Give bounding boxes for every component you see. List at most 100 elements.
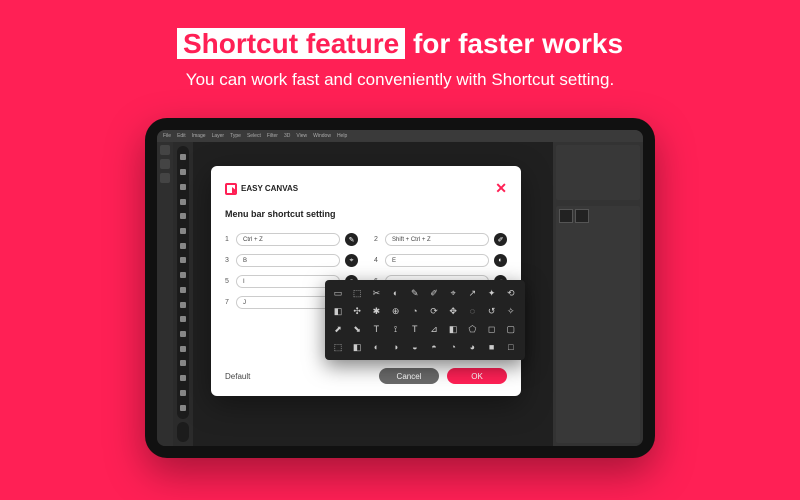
app-menubar[interactable]: File Edit Image Layer Type Select Filter 3D View… [157, 130, 643, 142]
row-number: 1 [225, 236, 231, 243]
headline-rest: for faster works [405, 28, 623, 59]
picker-tool-icon[interactable]: ✎ [408, 286, 422, 300]
tool-glyph-icon[interactable]: ✎ [345, 233, 358, 246]
shortcut-row: 1 Ctrl + Z ✎ [225, 233, 358, 246]
picker-tool-icon[interactable]: ✐ [427, 286, 441, 300]
picker-tool-icon[interactable]: ◑ [389, 340, 403, 354]
picker-tool-icon[interactable]: ▢ [504, 322, 518, 336]
picker-tool-icon[interactable]: ⬊ [350, 322, 364, 336]
cancel-button[interactable]: Cancel [379, 368, 439, 384]
picker-tool-icon[interactable]: ✥ [446, 304, 460, 318]
menu-item[interactable]: 3D [284, 133, 290, 139]
menu-item[interactable]: Select [247, 133, 261, 139]
menu-item[interactable]: Window [313, 133, 331, 139]
picker-tool-icon[interactable]: ✱ [369, 304, 383, 318]
sub-headline: You can work fast and conveniently with … [0, 70, 800, 90]
tool-icon[interactable] [180, 390, 186, 396]
picker-tool-icon[interactable]: ⬈ [331, 322, 345, 336]
picker-tool-icon[interactable]: ◔ [446, 340, 460, 354]
picker-tool-icon[interactable]: ◔ [408, 304, 422, 318]
picker-tool-icon[interactable]: ✧ [504, 304, 518, 318]
tool-icon[interactable] [180, 346, 186, 352]
tool-icon[interactable] [180, 257, 186, 263]
tool-icon[interactable] [180, 213, 186, 219]
picker-tool-icon[interactable]: ⟳ [427, 304, 441, 318]
picker-tool-icon[interactable]: ⊿ [427, 322, 441, 336]
picker-tool-icon[interactable]: ✦ [485, 286, 499, 300]
default-button[interactable]: Default [225, 372, 250, 381]
side-rail [157, 142, 173, 446]
shortcut-field[interactable]: E [385, 254, 489, 267]
shortcut-field[interactable]: Ctrl + Z [236, 233, 340, 246]
tool-glyph-icon[interactable]: ⌖ [345, 254, 358, 267]
tool-icon[interactable] [180, 287, 186, 293]
picker-tool-icon[interactable]: ↺ [485, 304, 499, 318]
dialog-title: Menu bar shortcut setting [225, 209, 507, 219]
menu-item[interactable]: Filter [267, 133, 278, 139]
picker-tool-icon[interactable]: ◧ [446, 322, 460, 336]
tool-icon[interactable] [180, 228, 186, 234]
picker-tool-icon[interactable]: T [408, 322, 422, 336]
tool-icon[interactable] [180, 316, 186, 322]
tool-icon[interactable] [180, 360, 186, 366]
tool-column[interactable] [173, 142, 193, 446]
picker-tool-icon[interactable]: ◕ [465, 340, 479, 354]
tool-icon[interactable] [180, 331, 186, 337]
menu-item[interactable]: File [163, 133, 171, 139]
tool-picker-popup[interactable]: ▭ ⬚ ✂ ◐ ✎ ✐ ⌖ ↗ ✦ ⟲ ◧ ✣ ✱ ⊕ ◔ ⟳ ✥ ◌ ↺ ✧ ⬈ ⬊ T ⟟ T ⊿ ◧ ⬠ ◻ ▢ ⬚ ◧ ◐ ◑ ◒ ◓ ◔ ◕ ■ □ [325, 280, 525, 360]
picker-tool-icon[interactable]: ■ [485, 340, 499, 354]
menu-item[interactable]: View [296, 133, 307, 139]
layers-panel[interactable] [556, 206, 640, 443]
picker-tool-icon[interactable]: ⟲ [504, 286, 518, 300]
picker-tool-icon[interactable]: ✂ [369, 286, 383, 300]
brand: EASY CANVAS [225, 183, 298, 195]
picker-tool-icon[interactable]: ⬠ [465, 322, 479, 336]
picker-tool-icon[interactable]: ◓ [427, 340, 441, 354]
tool-glyph-icon[interactable]: ✐ [494, 233, 507, 246]
menu-item[interactable]: Help [337, 133, 347, 139]
picker-tool-icon[interactable]: ◐ [389, 286, 403, 300]
menu-item[interactable]: Type [230, 133, 241, 139]
ok-button[interactable]: OK [447, 368, 507, 384]
tool-glyph-icon[interactable]: ◐ [494, 254, 507, 267]
picker-tool-icon[interactable]: ▭ [331, 286, 345, 300]
picker-tool-icon[interactable]: ⌖ [446, 286, 460, 300]
picker-tool-icon[interactable]: T [369, 322, 383, 336]
picker-tool-icon[interactable]: ◌ [465, 304, 479, 318]
close-icon[interactable]: ✕ [495, 180, 507, 197]
tool-icon[interactable] [180, 184, 186, 190]
tool-icon[interactable] [180, 302, 186, 308]
picker-tool-icon[interactable]: ⬚ [350, 286, 364, 300]
headline: Shortcut feature for faster works [0, 28, 800, 60]
shortcut-field[interactable]: B [236, 254, 340, 267]
tool-icon[interactable] [180, 375, 186, 381]
tool-icon[interactable] [180, 154, 186, 160]
menu-item[interactable]: Edit [177, 133, 186, 139]
tool-icon[interactable] [180, 199, 186, 205]
picker-tool-icon[interactable]: ⊕ [389, 304, 403, 318]
picker-tool-icon[interactable]: ◒ [408, 340, 422, 354]
row-number: 4 [374, 257, 380, 264]
picker-tool-icon[interactable]: ◧ [350, 340, 364, 354]
tool-icon[interactable] [180, 405, 186, 411]
shortcut-row: 2 Shift + Ctrl + Z ✐ [374, 233, 507, 246]
menu-item[interactable]: Image [192, 133, 206, 139]
picker-tool-icon[interactable]: ◐ [369, 340, 383, 354]
menu-item[interactable]: Layer [212, 133, 225, 139]
shortcut-field[interactable]: Shift + Ctrl + Z [385, 233, 489, 246]
picker-tool-icon[interactable]: ◧ [331, 304, 345, 318]
shortcut-row: 3 B ⌖ [225, 254, 358, 267]
tool-icon[interactable] [180, 272, 186, 278]
right-panels [553, 142, 643, 446]
picker-tool-icon[interactable]: ⬚ [331, 340, 345, 354]
properties-panel[interactable] [556, 145, 640, 200]
picker-tool-icon[interactable]: □ [504, 340, 518, 354]
tool-icon[interactable] [180, 169, 186, 175]
picker-tool-icon[interactable]: ◻ [485, 322, 499, 336]
tool-icon[interactable] [180, 243, 186, 249]
picker-tool-icon[interactable]: ✣ [350, 304, 364, 318]
brand-logo-icon [225, 183, 237, 195]
picker-tool-icon[interactable]: ⟟ [389, 322, 403, 336]
row-number: 2 [374, 236, 380, 243]
picker-tool-icon[interactable]: ↗ [465, 286, 479, 300]
